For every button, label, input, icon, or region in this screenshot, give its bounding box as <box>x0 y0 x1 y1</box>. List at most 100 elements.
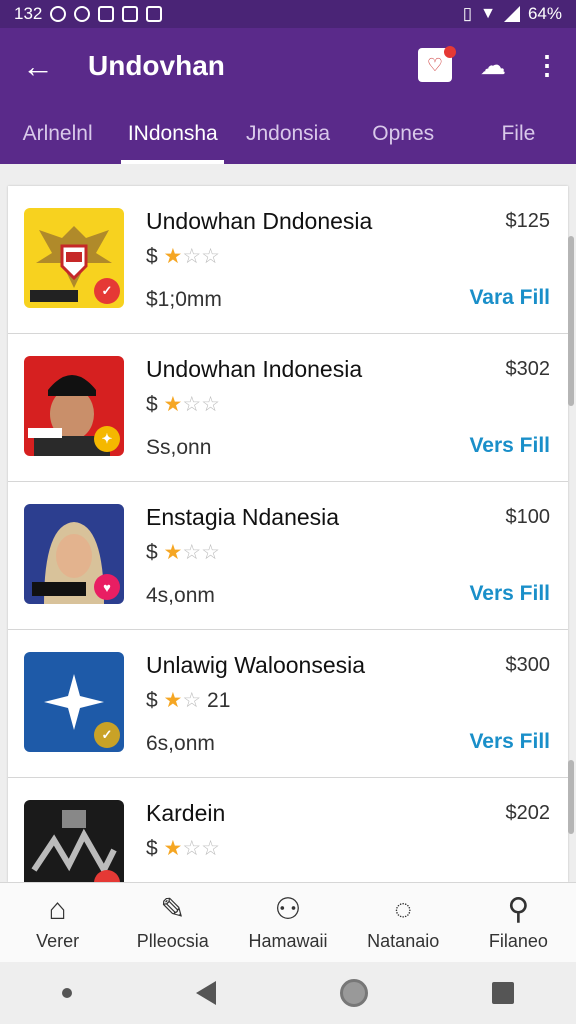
item-rating: $ ★☆☆ <box>146 392 220 417</box>
nav-label: Verer <box>36 931 80 951</box>
notification-icon <box>74 6 91 22</box>
star-filled-icon: ★ <box>163 689 183 712</box>
item-rating: $ ★☆☆ <box>146 244 220 269</box>
app-bar: ← Undovhan ♡ ☁ ⋮ Arlnelnl INdonsha Jndon… <box>0 28 576 164</box>
list-item[interactable]: ✓ Unlawig Waloonsesia $300 $ ★☆ 21 6s,on… <box>8 630 568 778</box>
tab-2[interactable]: INdonsha <box>115 112 230 164</box>
scrollbar-thumb[interactable] <box>568 236 574 406</box>
notification-icon <box>50 6 67 22</box>
item-subtext: 4s,onm <box>146 584 215 607</box>
wifi-icon: ▼ <box>480 5 496 22</box>
item-subtext: Ss,onn <box>146 436 212 459</box>
tab-4[interactable]: Opnes <box>346 112 461 164</box>
system-navigation <box>0 962 576 1024</box>
item-badge: ♥ <box>94 574 120 600</box>
nav-label: Natanaio <box>367 931 440 951</box>
item-name: Unlawig Waloonsesia <box>146 652 366 678</box>
status-bar: 132 ▯ ▼ 64% <box>0 0 576 28</box>
notification-icon <box>122 6 139 22</box>
rating-prefix: $ <box>146 837 158 860</box>
search-icon: ⚲ <box>507 893 530 926</box>
bottom-navigation: ⌂ Verer ✎ Plleocsia ⚇ Hamawaii ◌ Natanai… <box>0 882 576 962</box>
item-price: $300 <box>505 654 551 676</box>
edit-icon: ✎ <box>160 893 186 926</box>
item-thumbnail: ✦ <box>24 356 124 456</box>
system-home-icon[interactable] <box>340 979 368 1007</box>
nav-item-4[interactable]: ◌ Natanaio <box>346 883 461 962</box>
nav-item-2[interactable]: ✎ Plleocsia <box>115 883 230 962</box>
battery-level: 64% <box>527 4 562 23</box>
star-filled-icon: ★ <box>163 393 183 416</box>
dots-circle-icon: ◌ <box>394 893 413 926</box>
item-action-link[interactable]: Vers Fill <box>469 730 550 754</box>
item-thumbnail: ♥ <box>24 504 124 604</box>
home-icon: ⌂ <box>48 893 67 926</box>
list-item[interactable]: ✦ Undowhan Indonesia $302 $ ★☆☆ Ss,onn V… <box>8 334 568 482</box>
item-name: Undowhan Indonesia <box>146 356 363 382</box>
rating-prefix: $ <box>146 689 158 712</box>
tab-3[interactable]: Jndonsia <box>230 112 345 164</box>
back-arrow-icon[interactable]: ← <box>20 48 56 84</box>
more-options-icon[interactable]: ⋮ <box>532 48 562 82</box>
item-rating: $ ★☆ 21 <box>146 688 230 713</box>
rating-prefix: $ <box>146 393 158 416</box>
item-action-link[interactable]: Vers Fill <box>469 434 550 458</box>
item-thumbnail <box>24 800 124 882</box>
signal-icon <box>503 6 520 22</box>
list-item[interactable]: ✓ Undowhan Dndonesia $125 $ ★☆☆ $1;0mm V… <box>8 186 568 334</box>
people-icon: ⚇ <box>274 893 302 926</box>
nav-item-1[interactable]: ⌂ Verer <box>0 883 115 962</box>
star-empty-icon: ☆☆ <box>182 541 221 564</box>
item-subtext: 6s,onm <box>146 732 215 755</box>
rating-prefix: $ <box>146 541 158 564</box>
system-recents-icon[interactable] <box>492 982 514 1004</box>
tab-5[interactable]: File <box>461 112 576 164</box>
rating-suffix: 21 <box>207 689 231 712</box>
notification-dot <box>444 46 456 58</box>
item-price: $202 <box>505 802 551 824</box>
star-filled-icon: ★ <box>163 837 183 860</box>
item-badge: ✓ <box>94 722 120 748</box>
nav-label: Filaneo <box>488 931 548 951</box>
star-filled-icon: ★ <box>163 541 183 564</box>
list-item[interactable]: ♥ Enstagia Ndanesia $100 $ ★☆☆ 4s,onm Ve… <box>8 482 568 630</box>
star-empty-icon: ☆☆ <box>182 245 221 268</box>
item-list: ✓ Undowhan Dndonesia $125 $ ★☆☆ $1;0mm V… <box>8 186 568 882</box>
system-back-icon[interactable] <box>196 981 216 1005</box>
assistant-dot-icon[interactable] <box>62 988 72 998</box>
item-rating: $ ★☆☆ <box>146 836 220 861</box>
item-price: $302 <box>505 358 551 380</box>
notification-icon <box>146 6 163 22</box>
nav-label: Hamawaii <box>248 931 328 951</box>
item-price: $125 <box>505 210 551 232</box>
item-badge: ✦ <box>94 426 120 452</box>
item-name: Enstagia Ndanesia <box>146 504 340 530</box>
star-filled-icon: ★ <box>163 245 183 268</box>
item-thumbnail: ✓ <box>24 652 124 752</box>
item-rating: $ ★☆☆ <box>146 540 220 565</box>
list-item[interactable]: Kardein $202 $ ★☆☆ <box>8 778 568 882</box>
status-time: 132 <box>14 4 43 23</box>
nav-item-5[interactable]: ⚲ Filaneo <box>461 883 576 962</box>
notification-button[interactable]: ♡ <box>418 46 456 82</box>
scrollbar-thumb[interactable] <box>568 760 574 834</box>
item-action-link[interactable]: Vara Fill <box>469 286 550 310</box>
item-subtext: $1;0mm <box>146 288 222 311</box>
item-thumbnail: ✓ <box>24 208 124 308</box>
tab-bar: Arlnelnl INdonsha Jndonsia Opnes File <box>0 112 576 164</box>
tab-1[interactable]: Arlnelnl <box>0 112 115 164</box>
vibrate-icon: ▯ <box>462 4 473 23</box>
gallery-icon[interactable]: ☁ <box>476 48 510 82</box>
notification-icon <box>98 6 115 22</box>
item-name: Undowhan Dndonesia <box>146 208 373 234</box>
star-empty-icon: ☆☆ <box>182 393 221 416</box>
nav-item-3[interactable]: ⚇ Hamawaii <box>230 883 345 962</box>
nav-label: Plleocsia <box>136 931 209 951</box>
item-badge: ✓ <box>94 278 120 304</box>
item-price: $100 <box>505 506 551 528</box>
item-action-link[interactable]: Vers Fill <box>469 582 550 606</box>
item-name: Kardein <box>146 800 226 826</box>
page-title: Undovhan <box>88 50 225 81</box>
star-empty-icon: ☆☆ <box>182 837 221 860</box>
rating-prefix: $ <box>146 245 158 268</box>
